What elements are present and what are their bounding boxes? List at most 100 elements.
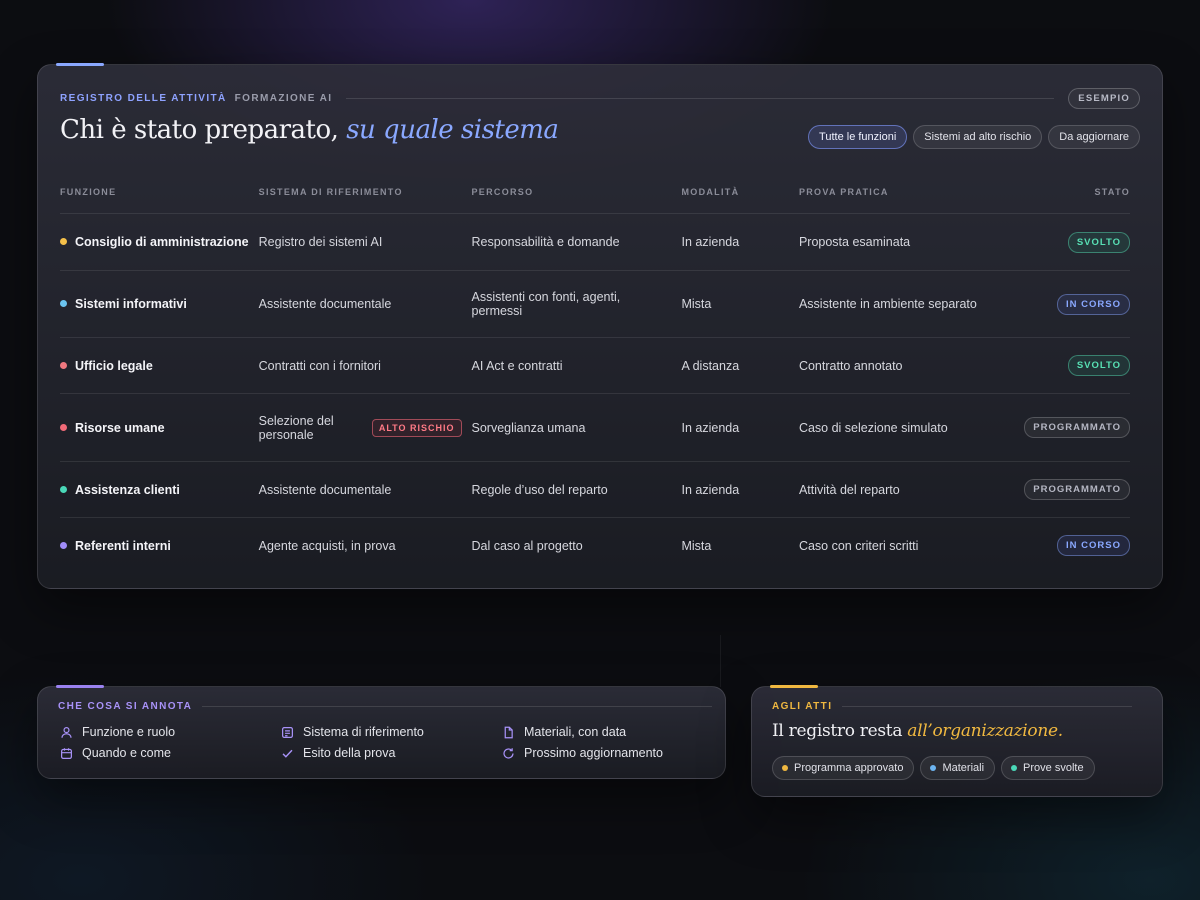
- example-badge: ESEMPIO: [1068, 88, 1140, 109]
- cell-percorso: Regole d’uso del reparto: [471, 461, 682, 518]
- card-accent: [56, 685, 104, 688]
- cell-funzione: Referenti interni: [60, 518, 259, 574]
- registro-card: REGISTRO DELLE ATTIVITÀ FORMAZIONE AI ES…: [37, 63, 1163, 589]
- chip-tests-done[interactable]: Prove svolte: [1001, 756, 1095, 780]
- cell-modalita: Mista: [681, 538, 712, 553]
- funzione-label: Consiglio di amministrazione: [75, 235, 249, 249]
- cell-prova: Attività del reparto: [798, 461, 1025, 518]
- funzione-label: Sistemi informativi: [75, 297, 187, 311]
- cell-stato: SVOLTO: [1024, 337, 1130, 394]
- col-funzione[interactable]: FUNZIONE: [60, 175, 259, 214]
- table-row[interactable]: Assistenza clienti Assistente documental…: [60, 461, 1130, 518]
- col-stato[interactable]: STATO: [1024, 175, 1130, 214]
- cell-sistema: Contratti con i fornitori: [258, 337, 472, 394]
- divider-line: [720, 635, 721, 687]
- note-item: Materiali, con data: [502, 725, 702, 739]
- cell-modalita: Mista: [681, 270, 799, 338]
- col-modalita[interactable]: MODALITÀ: [681, 175, 799, 214]
- cell-stato: PROGRAMMATO: [1024, 461, 1130, 518]
- cell-modalita: In azienda: [681, 393, 799, 462]
- cell-sistema: Selezione del personale ALTO RISCHIO: [258, 393, 472, 462]
- col-sistema[interactable]: SISTEMA DI RIFERIMENTO: [258, 175, 472, 214]
- chip-label: Materiali: [942, 762, 985, 774]
- status-badge: PROGRAMMATO: [1024, 417, 1130, 438]
- record-header: AGLI ATTI: [772, 701, 1133, 712]
- eyebrow-subtitle: FORMAZIONE AI: [234, 93, 333, 104]
- note-text: Esito della prova: [303, 746, 396, 760]
- status-badge: IN CORSO: [1057, 293, 1130, 315]
- status-dot: [60, 361, 67, 369]
- table-row[interactable]: Risorse umane Selezione del personale ALT…: [60, 393, 1130, 462]
- note-text: Quando e come: [82, 746, 171, 760]
- record-title-text: Il registro resta: [772, 721, 903, 741]
- status-badge: SVOLTO: [1067, 231, 1130, 253]
- cell-prova: Caso di selezione simulato: [798, 393, 1025, 462]
- cell-percorso: Dal caso al progetto: [471, 538, 583, 553]
- notes-list: Funzione e ruolo Sistema di riferimento …: [60, 725, 702, 760]
- status-dot: [60, 541, 67, 549]
- col-prova[interactable]: PROVA PRATICA: [798, 175, 1025, 214]
- chip-materials[interactable]: Materiali: [920, 756, 996, 780]
- check-icon: [282, 749, 293, 758]
- filter-high-risk[interactable]: Sistemi ad alto rischio: [913, 125, 1043, 149]
- card-accent: [56, 63, 104, 66]
- record-card: AGLI ATTI Il registro resta all’organizz…: [751, 685, 1163, 797]
- sistema-label: Selezione del personale: [258, 413, 334, 442]
- cell-prova: Assistente in ambiente separato: [798, 270, 1025, 338]
- refresh-icon: [503, 747, 514, 759]
- filter-to-update[interactable]: Da aggiornare: [1048, 125, 1140, 149]
- notes-rule: [202, 706, 713, 707]
- cell-stato: PROGRAMMATO: [1024, 393, 1130, 462]
- cell-prova: Caso con criteri scritti: [798, 538, 919, 553]
- cell-funzione: Consiglio di amministrazione: [60, 213, 259, 271]
- calendar-icon: [61, 747, 72, 759]
- card-eyebrow: REGISTRO DELLE ATTIVITÀ FORMAZIONE AI ES…: [60, 88, 1140, 109]
- status-dot: [60, 238, 67, 245]
- chip-dot: [782, 765, 788, 771]
- cell-sistema: Agente acquisti, in prova: [258, 538, 396, 553]
- table-row[interactable]: Consiglio di amministrazione Registro de…: [60, 213, 1130, 271]
- status-badge: SVOLTO: [1067, 355, 1130, 376]
- cell-sistema: Assistente documentale: [258, 270, 472, 338]
- note-item: Funzione e ruolo: [60, 725, 281, 739]
- cell-sistema: Registro dei sistemi AI: [258, 213, 472, 271]
- cell-modalita: A distanza: [681, 337, 799, 394]
- filter-all-functions[interactable]: Tutte le funzioni: [808, 125, 908, 149]
- col-percorso[interactable]: PERCORSO: [471, 175, 682, 214]
- table-row[interactable]: Sistemi informativi Assistente documenta…: [60, 270, 1130, 338]
- filter-bar: Tutte le funzioni Sistemi ad alto rischi…: [808, 125, 1140, 149]
- record-title-italic: all’organizzazione.: [907, 721, 1063, 741]
- funzione-label: Risorse umane: [75, 420, 165, 435]
- funzione-label: Referenti interni: [75, 538, 171, 553]
- user-icon: [61, 726, 72, 738]
- funzione-label: Ufficio legale: [75, 358, 153, 373]
- cell-percorso: AI Act e contratti: [471, 337, 682, 394]
- cell-stato: IN CORSO: [1024, 518, 1130, 574]
- status-badge: PROGRAMMATO: [1024, 479, 1130, 500]
- table-row[interactable]: Ufficio legale Contratti con i fornitori…: [60, 337, 1130, 394]
- record-label: AGLI ATTI: [772, 701, 833, 712]
- status-dot: [60, 485, 67, 493]
- cell-funzione: Ufficio legale: [60, 337, 259, 394]
- page-title: Chi è stato preparato, su quale sistema: [60, 115, 559, 145]
- file-icon: [504, 726, 513, 738]
- chip-dot: [1011, 765, 1018, 771]
- list-icon: [282, 726, 293, 738]
- chip-label: Programma approvato: [794, 762, 904, 774]
- chip-label: Prove svolte: [1023, 762, 1084, 774]
- cell-modalita: In azienda: [681, 461, 799, 518]
- cell-modalita: In azienda: [681, 213, 799, 271]
- notes-card: CHE COSA SI ANNOTA Funzione e ruolo Sist…: [37, 685, 726, 779]
- note-item: Quando e come: [60, 746, 281, 760]
- chip-program-approved[interactable]: Programma approvato: [772, 756, 915, 780]
- note-item: Esito della prova: [281, 746, 502, 760]
- eyebrow-rule: [346, 98, 1055, 99]
- activity-table: FUNZIONE SISTEMA DI RIFERIMENTO PERCORSO…: [60, 175, 1130, 574]
- note-item: Sistema di riferimento: [281, 725, 502, 739]
- cell-funzione: Sistemi informativi: [60, 270, 259, 338]
- notes-header: CHE COSA SI ANNOTA: [58, 701, 713, 712]
- table-row[interactable]: Referenti interni Agente acquisti, in pr…: [60, 518, 1130, 574]
- note-text: Funzione e ruolo: [82, 725, 176, 739]
- cell-prova: Contratto annotato: [798, 337, 1025, 394]
- cell-percorso: Responsabilità e domande: [471, 213, 682, 271]
